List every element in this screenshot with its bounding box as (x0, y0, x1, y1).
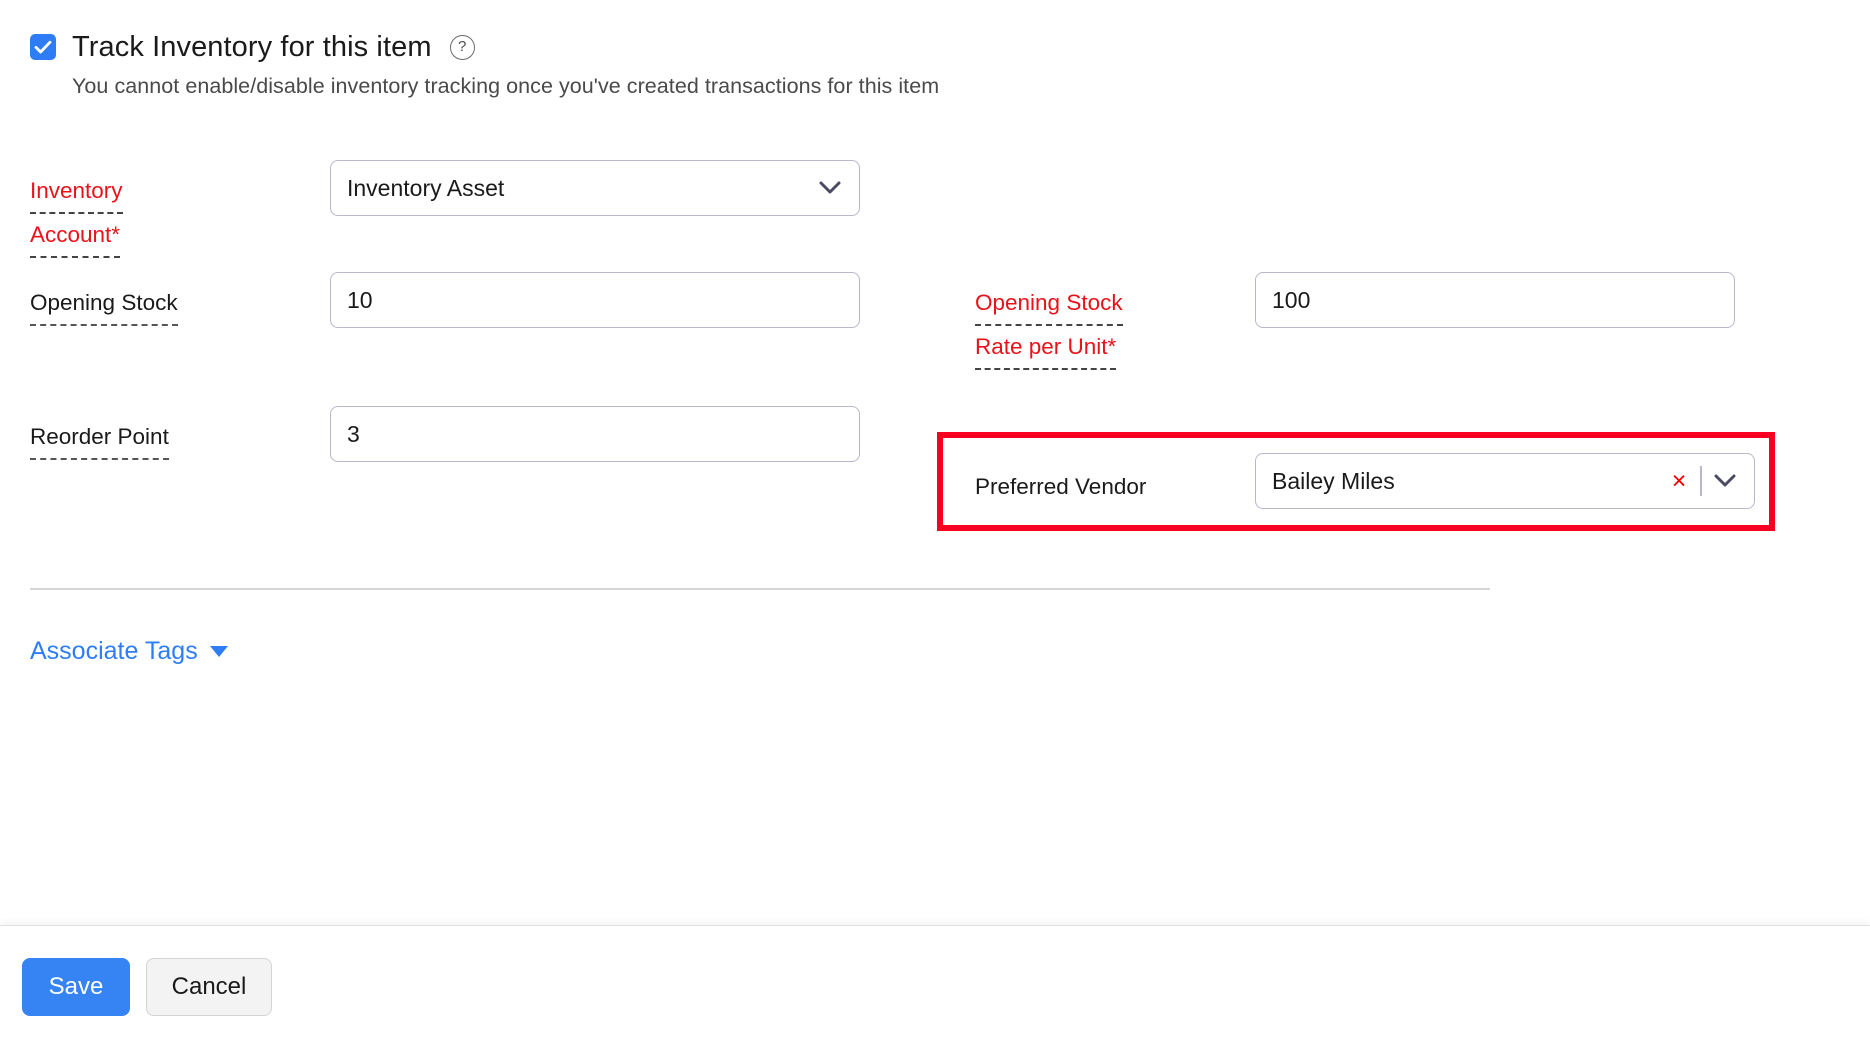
preferred-vendor-label: Preferred Vendor (975, 466, 1146, 507)
clear-icon[interactable]: × (1666, 469, 1693, 494)
opening-stock-label: Opening Stock (30, 282, 178, 326)
question-circle-icon[interactable]: ? (450, 35, 475, 60)
associate-tags-toggle[interactable]: Associate Tags (30, 637, 228, 666)
preferred-vendor-select[interactable]: Bailey Miles × (1255, 453, 1755, 509)
section-divider (30, 588, 1490, 590)
reorder-point-value: 3 (347, 421, 843, 448)
cancel-button[interactable]: Cancel (146, 958, 272, 1016)
preferred-vendor-value: Bailey Miles (1272, 468, 1666, 495)
opening-stock-rate-label-line2: Rate per Unit* (975, 326, 1116, 370)
opening-stock-rate-label-line1: Opening Stock (975, 282, 1123, 326)
opening-stock-value: 10 (347, 287, 843, 314)
vertical-divider (1700, 466, 1702, 496)
reorder-point-label: Reorder Point (30, 416, 169, 460)
reorder-point-label-text: Reorder Point (30, 416, 169, 460)
track-inventory-block: Track Inventory for this item ? You cann… (30, 30, 1830, 99)
opening-stock-label-text: Opening Stock (30, 282, 178, 326)
track-inventory-label: Track Inventory for this item (72, 31, 432, 64)
preferred-vendor-label-text: Preferred Vendor (975, 474, 1146, 499)
track-inventory-help-text: You cannot enable/disable inventory trac… (72, 74, 1830, 99)
reorder-point-input[interactable]: 3 (330, 406, 860, 462)
inventory-account-select[interactable]: Inventory Asset (330, 160, 860, 216)
inventory-account-label-line2: Account* (30, 214, 120, 258)
opening-stock-input[interactable]: 10 (330, 272, 860, 328)
chevron-down-icon[interactable] (817, 175, 843, 201)
save-button[interactable]: Save (22, 958, 130, 1016)
caret-down-icon (210, 646, 228, 657)
associate-tags-label: Associate Tags (30, 637, 198, 666)
track-inventory-checkbox[interactable] (30, 34, 56, 60)
checkmark-icon (30, 34, 56, 60)
inventory-account-label: Inventory Account* (30, 170, 123, 258)
track-inventory-row: Track Inventory for this item ? (30, 30, 1830, 64)
inventory-account-value: Inventory Asset (347, 175, 817, 202)
chevron-down-icon[interactable] (1712, 468, 1738, 494)
form-footer: Save Cancel (0, 925, 1870, 1048)
inventory-account-label-line1: Inventory (30, 170, 123, 214)
opening-stock-rate-label: Opening Stock Rate per Unit* (975, 282, 1123, 370)
opening-stock-rate-value: 100 (1272, 287, 1718, 314)
opening-stock-rate-input[interactable]: 100 (1255, 272, 1735, 328)
